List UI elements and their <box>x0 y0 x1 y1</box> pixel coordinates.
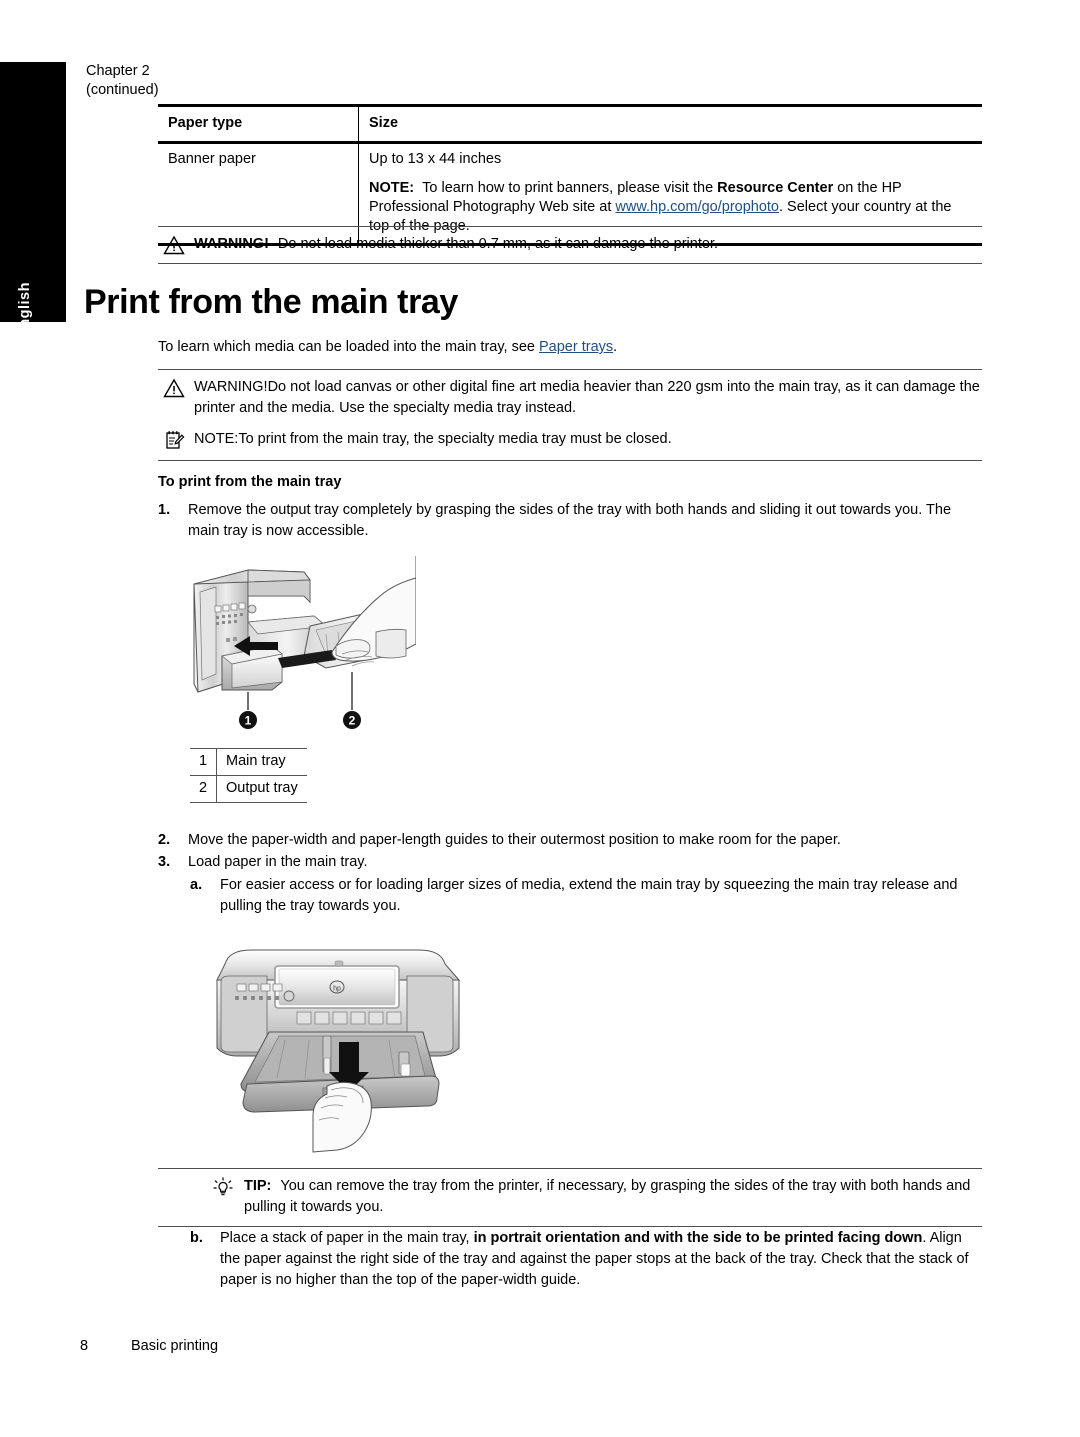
step-1-marker: 1. <box>158 502 171 518</box>
table-note-text-1: To learn how to print banners, please vi… <box>422 180 718 196</box>
figure-1-legend-table: 1 Main tray 2 Output tray <box>190 748 307 803</box>
svg-text:hp: hp <box>333 986 341 993</box>
substep-a-text: For easier access or for loading larger … <box>220 877 958 914</box>
printer-main-tray-extend-illustration: hp <box>207 940 507 1155</box>
paper-spec-table: Paper type Size Banner paper Up to 13 x … <box>158 104 982 246</box>
warning-label: WARNING! <box>194 379 268 395</box>
table-note-bold: Resource Center <box>717 180 834 196</box>
tip-block-body: TIP: You can remove the tray from the pri… <box>244 1176 982 1218</box>
note-text: To print from the main tray, the special… <box>238 431 672 447</box>
footer-page-number: 8 <box>80 1338 89 1354</box>
document-page: English Chapter 2 (continued) Paper type… <box>0 0 1080 1437</box>
warning-text: Do not load media thicker than 0.7 mm, a… <box>277 236 718 252</box>
step-1: 1. Remove the output tray completely by … <box>158 500 982 542</box>
legend-row: 2 Output tray <box>190 775 307 803</box>
step-2-text: Move the paper-width and paper-length gu… <box>188 832 841 848</box>
step-2: 2. Move the paper-width and paper-length… <box>158 830 982 851</box>
tip-text: You can remove the tray from the printer… <box>244 1178 971 1215</box>
substep-a: a. For easier access or for loading larg… <box>190 875 982 917</box>
svg-text:2: 2 <box>349 714 356 728</box>
printer-output-tray-removal-illustration: hp <box>186 556 417 741</box>
lightbulb-icon <box>213 1177 233 1196</box>
legend-row: 1 Main tray <box>190 748 307 776</box>
substep-b-bold: in portrait orientation and with the sid… <box>473 1230 923 1246</box>
column-header-size: Size <box>369 115 399 131</box>
warning-label: WARNING! <box>194 236 269 252</box>
substep-b-text: Place a stack of paper in the main tray,… <box>220 1228 982 1291</box>
intro-text-2: . <box>613 339 618 355</box>
column-header-paper-type: Paper type <box>158 105 359 143</box>
chapter-number: Chapter 2 <box>86 63 150 79</box>
footer-section-title: Basic printing <box>131 1338 219 1354</box>
paper-spec-table-head: Paper type Size <box>158 105 982 143</box>
intro-paragraph: To learn which media can be loaded into … <box>158 337 982 358</box>
chapter-label: Chapter 2 (continued) <box>86 62 159 100</box>
step-1-text: Remove the output tray completely by gra… <box>188 502 952 539</box>
legend-number: 1 <box>190 748 217 776</box>
substep-a-marker: a. <box>190 877 203 893</box>
note-block-specialty-tray: NOTE:To print from the main tray, the sp… <box>158 429 982 452</box>
procedure-heading: To print from the main tray <box>158 474 342 490</box>
prophoto-link[interactable]: www.hp.com/go/prophoto <box>615 199 779 215</box>
step-3: 3. Load paper in the main tray. <box>158 852 982 873</box>
table-note-label: NOTE: <box>369 180 415 196</box>
legend-label: Output tray <box>226 780 298 796</box>
tip-label: TIP: <box>244 1178 272 1194</box>
step-2-marker: 2. <box>158 832 171 848</box>
chapter-continued: (continued) <box>86 82 159 98</box>
step-3-marker: 3. <box>158 854 171 870</box>
legend-label: Main tray <box>226 753 286 769</box>
warning-note-stack: WARNING!Do not load canvas or other digi… <box>158 369 982 461</box>
step-3-text: Load paper in the main tray. <box>188 854 368 870</box>
svg-text:1: 1 <box>245 714 252 728</box>
warning-block-canvas: WARNING!Do not load canvas or other digi… <box>158 377 982 421</box>
intro-text-1: To learn which media can be loaded into … <box>158 339 539 355</box>
warning-block-media-thickness: WARNING! Do not load media thicker than 0… <box>158 226 982 264</box>
note-block-body: NOTE:To print from the main tray, the sp… <box>194 429 982 450</box>
warning-text: Do not load canvas or other digital fine… <box>194 379 980 416</box>
language-side-tab-label: English <box>17 282 33 338</box>
warning-block-body: WARNING!Do not load canvas or other digi… <box>194 377 982 419</box>
substep-b: b. Place a stack of paper in the main tr… <box>190 1228 982 1291</box>
tip-block-remove-tray: TIP: You can remove the tray from the pri… <box>158 1168 982 1227</box>
substep-b-marker: b. <box>190 1230 203 1246</box>
paper-trays-link[interactable]: Paper trays <box>539 339 613 355</box>
warning-block-body: WARNING! Do not load media thicker than 0… <box>194 234 982 255</box>
note-label: NOTE: <box>194 431 239 447</box>
size-value: Up to 13 x 44 inches <box>369 151 502 167</box>
warning-triangle-icon <box>163 378 185 398</box>
legend-number: 2 <box>190 775 217 803</box>
note-pad-icon <box>166 431 185 449</box>
table-header-row: Paper type Size <box>158 105 982 143</box>
page-title: Print from the main tray <box>84 283 458 321</box>
warning-triangle-icon <box>163 235 185 255</box>
substep-b-text-1: Place a stack of paper in the main tray, <box>220 1230 474 1246</box>
language-side-tab: English <box>0 62 66 338</box>
